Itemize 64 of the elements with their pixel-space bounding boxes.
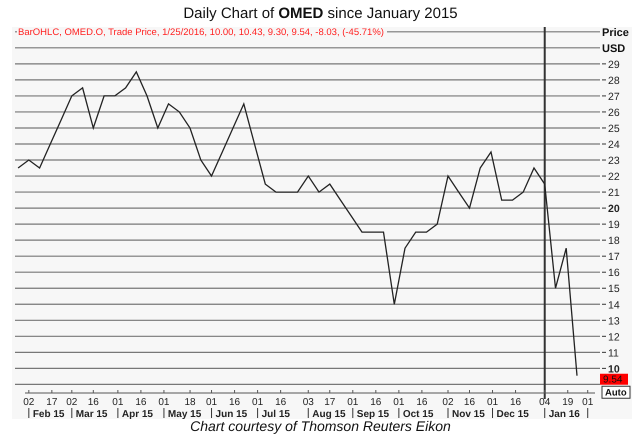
y-tick-label: 16 — [608, 267, 620, 280]
x-tick-label: 02 — [442, 397, 454, 408]
x-tick-label: 01 — [112, 397, 124, 408]
month-label: Apr 15 — [122, 409, 153, 419]
y-tick-label: 27 — [608, 90, 620, 103]
x-tick-label: 16 — [416, 397, 428, 408]
y-tick-label: 12 — [608, 331, 620, 344]
x-tick-label: 16 — [88, 397, 99, 408]
month-label: Nov 15 — [452, 409, 485, 419]
month-label: Feb 15 — [32, 409, 64, 419]
month-label: Jun 15 — [216, 409, 248, 419]
y-tick-label: 26 — [608, 106, 620, 119]
x-tick-label: 18 — [184, 397, 196, 408]
x-tick-label: 04 — [539, 397, 550, 408]
axis-unit: USD — [602, 42, 626, 55]
y-tick-label: 21 — [608, 187, 620, 200]
x-tick-label: 02 — [66, 397, 78, 408]
x-tick-label: 01 — [582, 397, 594, 408]
x-tick-label: 01 — [486, 397, 498, 408]
month-label: Aug 15 — [312, 409, 346, 419]
month-label: Mar 15 — [76, 409, 108, 419]
last-price-tag: 9.54 — [600, 374, 628, 386]
month-label: Dec 15 — [496, 409, 529, 419]
axis-title: Price — [602, 27, 629, 39]
y-tick-label: 28 — [608, 74, 620, 87]
y-tick-label: 13 — [608, 315, 620, 328]
y-tick-label: 10 — [608, 363, 620, 376]
y-tick-label: 24 — [608, 139, 620, 151]
x-tick-label: 17 — [46, 397, 58, 408]
y-tick-label: 20 — [608, 203, 620, 216]
x-tick-label: 01 — [158, 397, 170, 408]
y-tick-label: 15 — [608, 283, 620, 296]
y-tick-label: 14 — [608, 299, 620, 312]
x-tick-label: 01 — [252, 397, 264, 408]
y-tick-label: 18 — [608, 235, 620, 248]
x-tick-label: 16 — [370, 397, 382, 408]
y-tick-label: 22 — [608, 171, 620, 184]
y-tick-label: 23 — [608, 155, 620, 168]
x-tick-label: 01 — [393, 397, 404, 408]
chart-caption: Chart courtesy of Thomson Reuters Eikon — [190, 419, 451, 434]
auto-button[interactable]: Auto — [602, 386, 630, 399]
month-label: Jul 15 — [262, 409, 290, 419]
x-tick-label: 16 — [510, 397, 522, 408]
x-tick-label: 16 — [464, 397, 476, 408]
y-tick-label: 29 — [608, 58, 620, 71]
month-label: May 15 — [168, 409, 202, 419]
x-tick-label: 01 — [347, 397, 358, 408]
month-label: Jan 16 — [548, 409, 580, 419]
chart-title: Daily Chart of OMED since January 2015 — [183, 5, 458, 23]
x-tick-label: 16 — [275, 397, 286, 408]
y-tick-label: 17 — [608, 251, 620, 264]
x-tick-label: 16 — [229, 397, 240, 408]
y-tick-label: 25 — [608, 122, 620, 135]
x-tick-label: 16 — [135, 397, 146, 408]
chart-legend: BarOHLC, OMED.O, Trade Price, 1/25/2016, 10.00, 10.43, 9.30, 9.54, -8.03, (-45.71%) — [18, 27, 384, 38]
y-tick-label: 19 — [608, 219, 620, 232]
month-label: Oct 15 — [402, 409, 434, 419]
y-tick-label: 11 — [608, 347, 619, 360]
month-label: Sep 15 — [356, 409, 390, 419]
x-tick-label: 02 — [23, 397, 34, 408]
x-tick-label: 01 — [206, 397, 218, 408]
x-tick-label: 03 — [302, 397, 314, 408]
x-tick-label: 19 — [562, 397, 574, 408]
x-tick-label: 17 — [324, 397, 336, 408]
